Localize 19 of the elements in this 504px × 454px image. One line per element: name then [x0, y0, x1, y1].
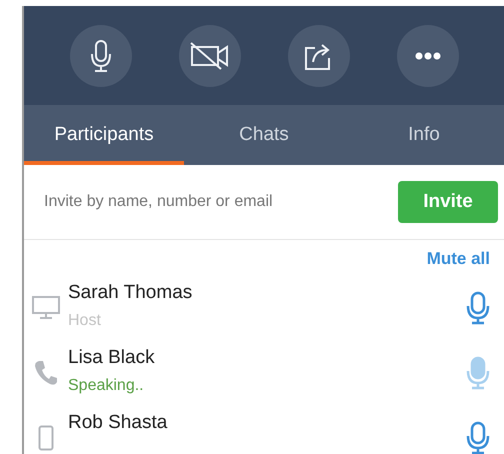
- microphone-icon: [90, 38, 112, 72]
- invite-field[interactable]: Invite by name, number or email: [44, 190, 398, 214]
- tab[interactable]: Participants: [24, 105, 184, 165]
- monitor-icon: [32, 296, 60, 320]
- phone-icon: [34, 360, 58, 386]
- more-icon: [415, 52, 441, 60]
- participant-status: Speaking..: [68, 376, 145, 396]
- invite-button[interactable]: Invite: [398, 181, 498, 223]
- participant-name: Lisa Black: [68, 346, 156, 370]
- participant-name: Rob Shasta: [68, 410, 168, 434]
- mobile-phone-icon: [38, 425, 54, 451]
- tab[interactable]: Info: [344, 105, 504, 165]
- camera-off-icon: [189, 40, 231, 70]
- mute-all-link[interactable]: Mute all: [426, 246, 490, 272]
- participant-status: Host: [68, 310, 102, 330]
- tab[interactable]: Chats: [184, 105, 344, 165]
- microphone-icon[interactable]: [466, 291, 490, 325]
- microphone-icon[interactable]: [466, 421, 490, 454]
- participant-name: Sarah Thomas: [68, 280, 194, 304]
